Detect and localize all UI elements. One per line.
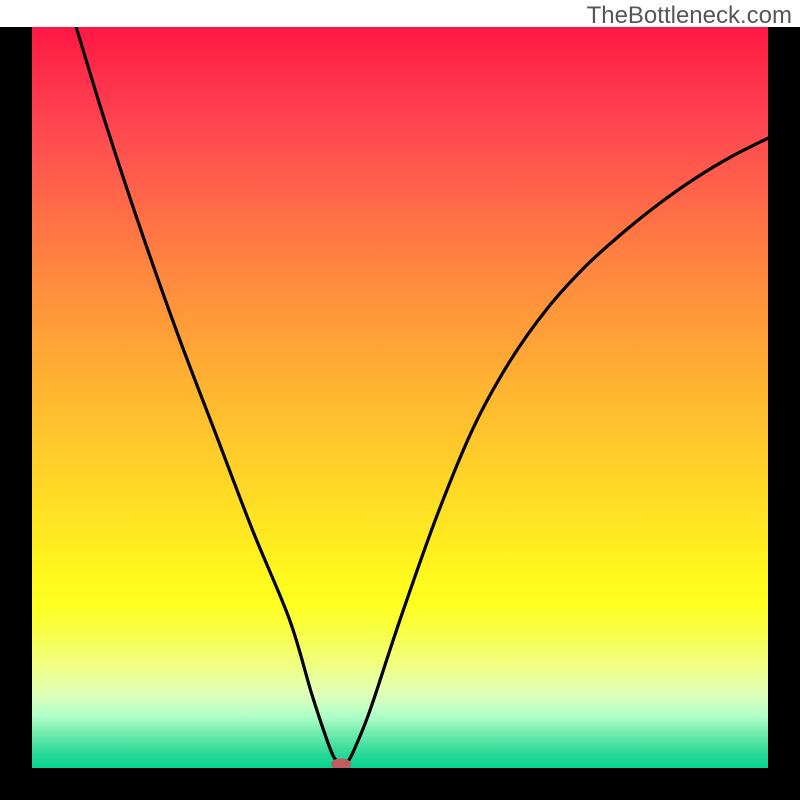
chart-container: TheBottleneck.com (0, 0, 800, 800)
bottleneck-curve (76, 27, 768, 764)
curve-layer (32, 27, 768, 768)
plot-area (32, 27, 768, 768)
watermark-text: TheBottleneck.com (587, 2, 792, 30)
